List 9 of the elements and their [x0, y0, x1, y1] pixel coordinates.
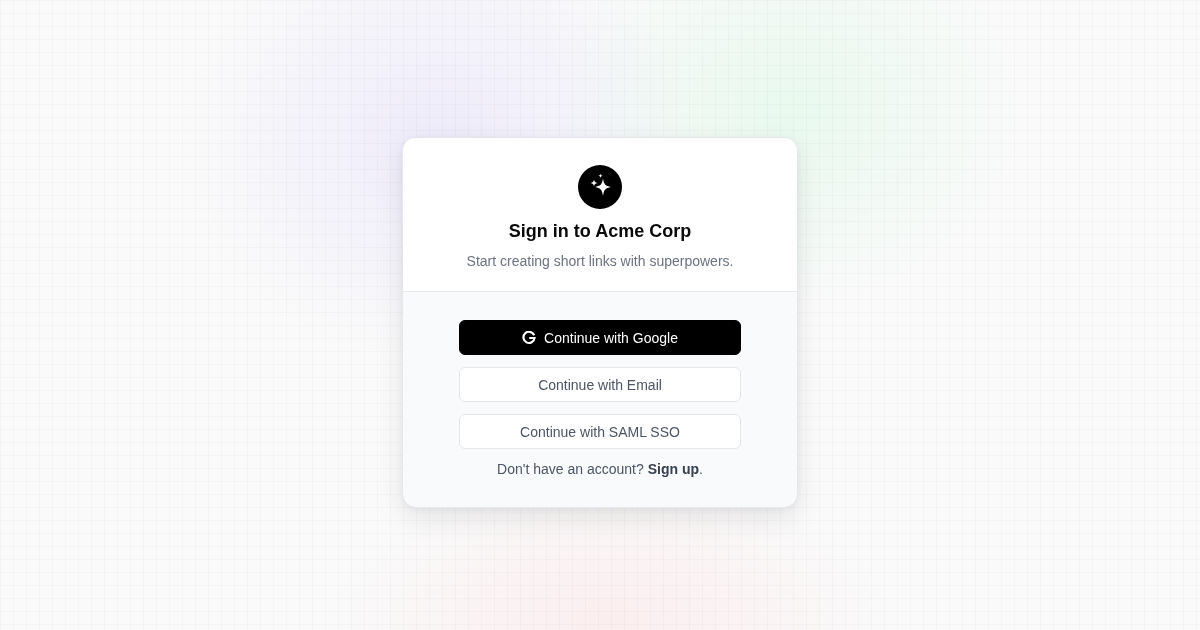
sign-in-button[interactable]: Continue with SAML SSO [459, 414, 741, 449]
card-title: Sign in to Acme Corp [508, 220, 692, 243]
sign-up-link[interactable]: Sign up [647, 461, 699, 477]
google-sign-in-button[interactable]: Continue with Google [459, 320, 741, 355]
sign-in-button[interactable]: Continue with Email [459, 367, 741, 402]
g-logo-icon [522, 330, 537, 345]
card-subtitle: Start creating short links with superpowers. [466, 252, 734, 271]
sparkles-icon [578, 165, 622, 209]
sign-up-prompt: Don't have an account? Sign up. [496, 460, 704, 479]
